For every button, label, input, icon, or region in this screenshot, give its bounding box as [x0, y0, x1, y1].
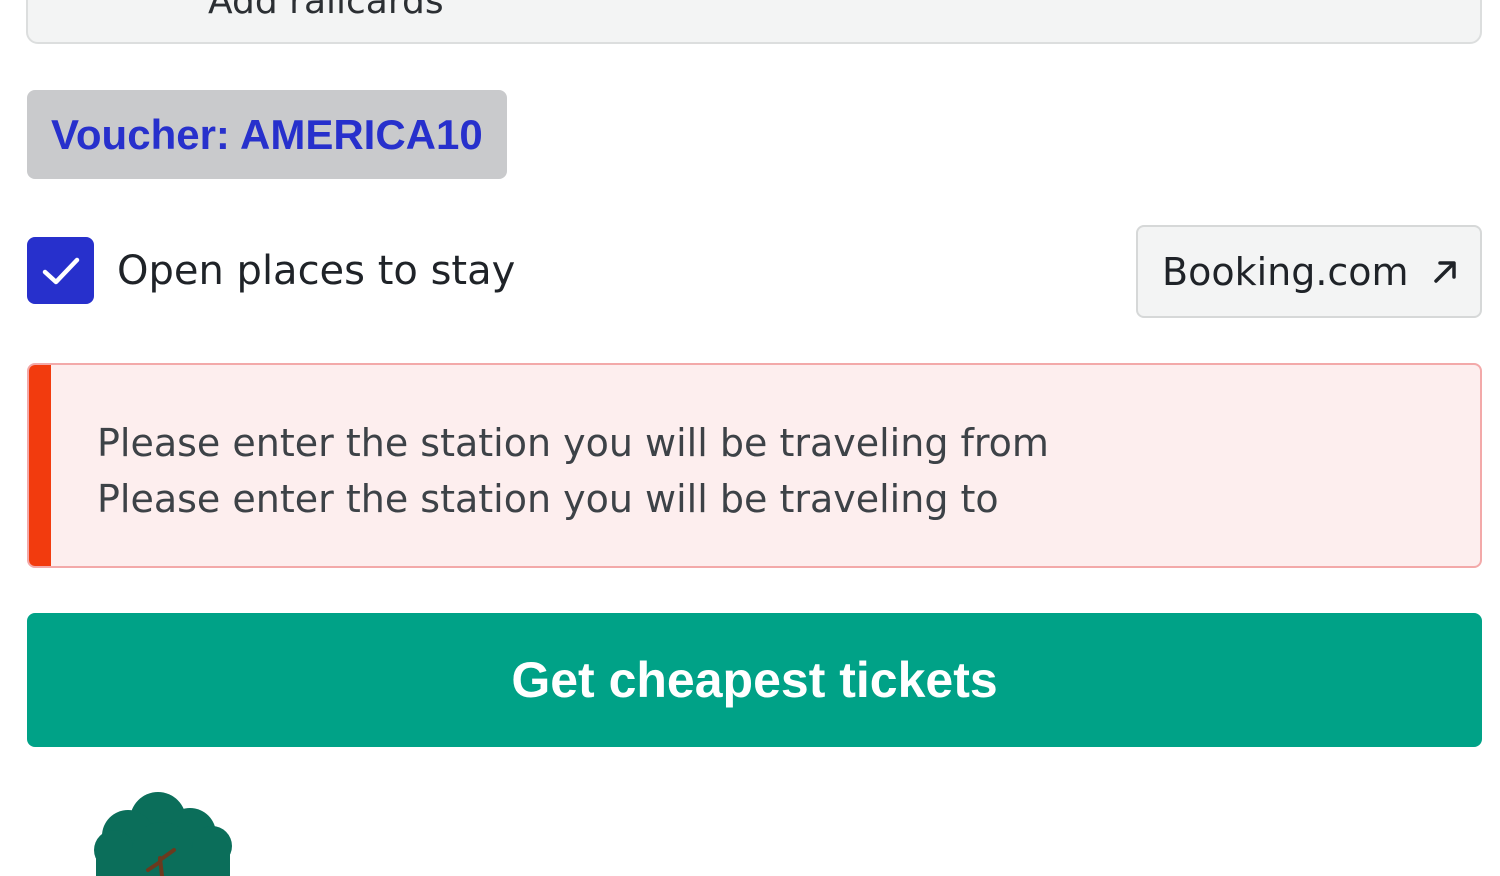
open-places-to-stay-checkbox[interactable]	[27, 237, 94, 304]
add-railcards-label: Add railcards	[208, 0, 444, 22]
open-places-to-stay-row[interactable]: Open places to stay	[27, 237, 515, 304]
add-railcards-button[interactable]: Add railcards	[26, 0, 1482, 44]
search-form-panel: Add railcards Voucher: AMERICA10 Open pl…	[0, 0, 1500, 876]
voucher-button[interactable]: Voucher: AMERICA10	[27, 90, 507, 179]
error-message-from-station: Please enter the station you will be tra…	[97, 421, 1049, 465]
tree-icon	[94, 792, 232, 876]
alert-accent-bar	[29, 365, 51, 566]
get-cheapest-tickets-button[interactable]: Get cheapest tickets	[27, 613, 1482, 747]
booking-com-label: Booking.com	[1162, 249, 1409, 294]
validation-error-alert: Please enter the station you will be tra…	[27, 363, 1482, 568]
open-places-to-stay-label: Open places to stay	[117, 247, 516, 294]
alert-messages: Please enter the station you will be tra…	[97, 415, 1049, 527]
booking-com-link[interactable]: Booking.com	[1136, 225, 1482, 318]
external-link-arrow-icon	[1431, 258, 1459, 286]
error-message-to-station: Please enter the station you will be tra…	[97, 477, 999, 521]
checkmark-icon	[42, 257, 79, 284]
